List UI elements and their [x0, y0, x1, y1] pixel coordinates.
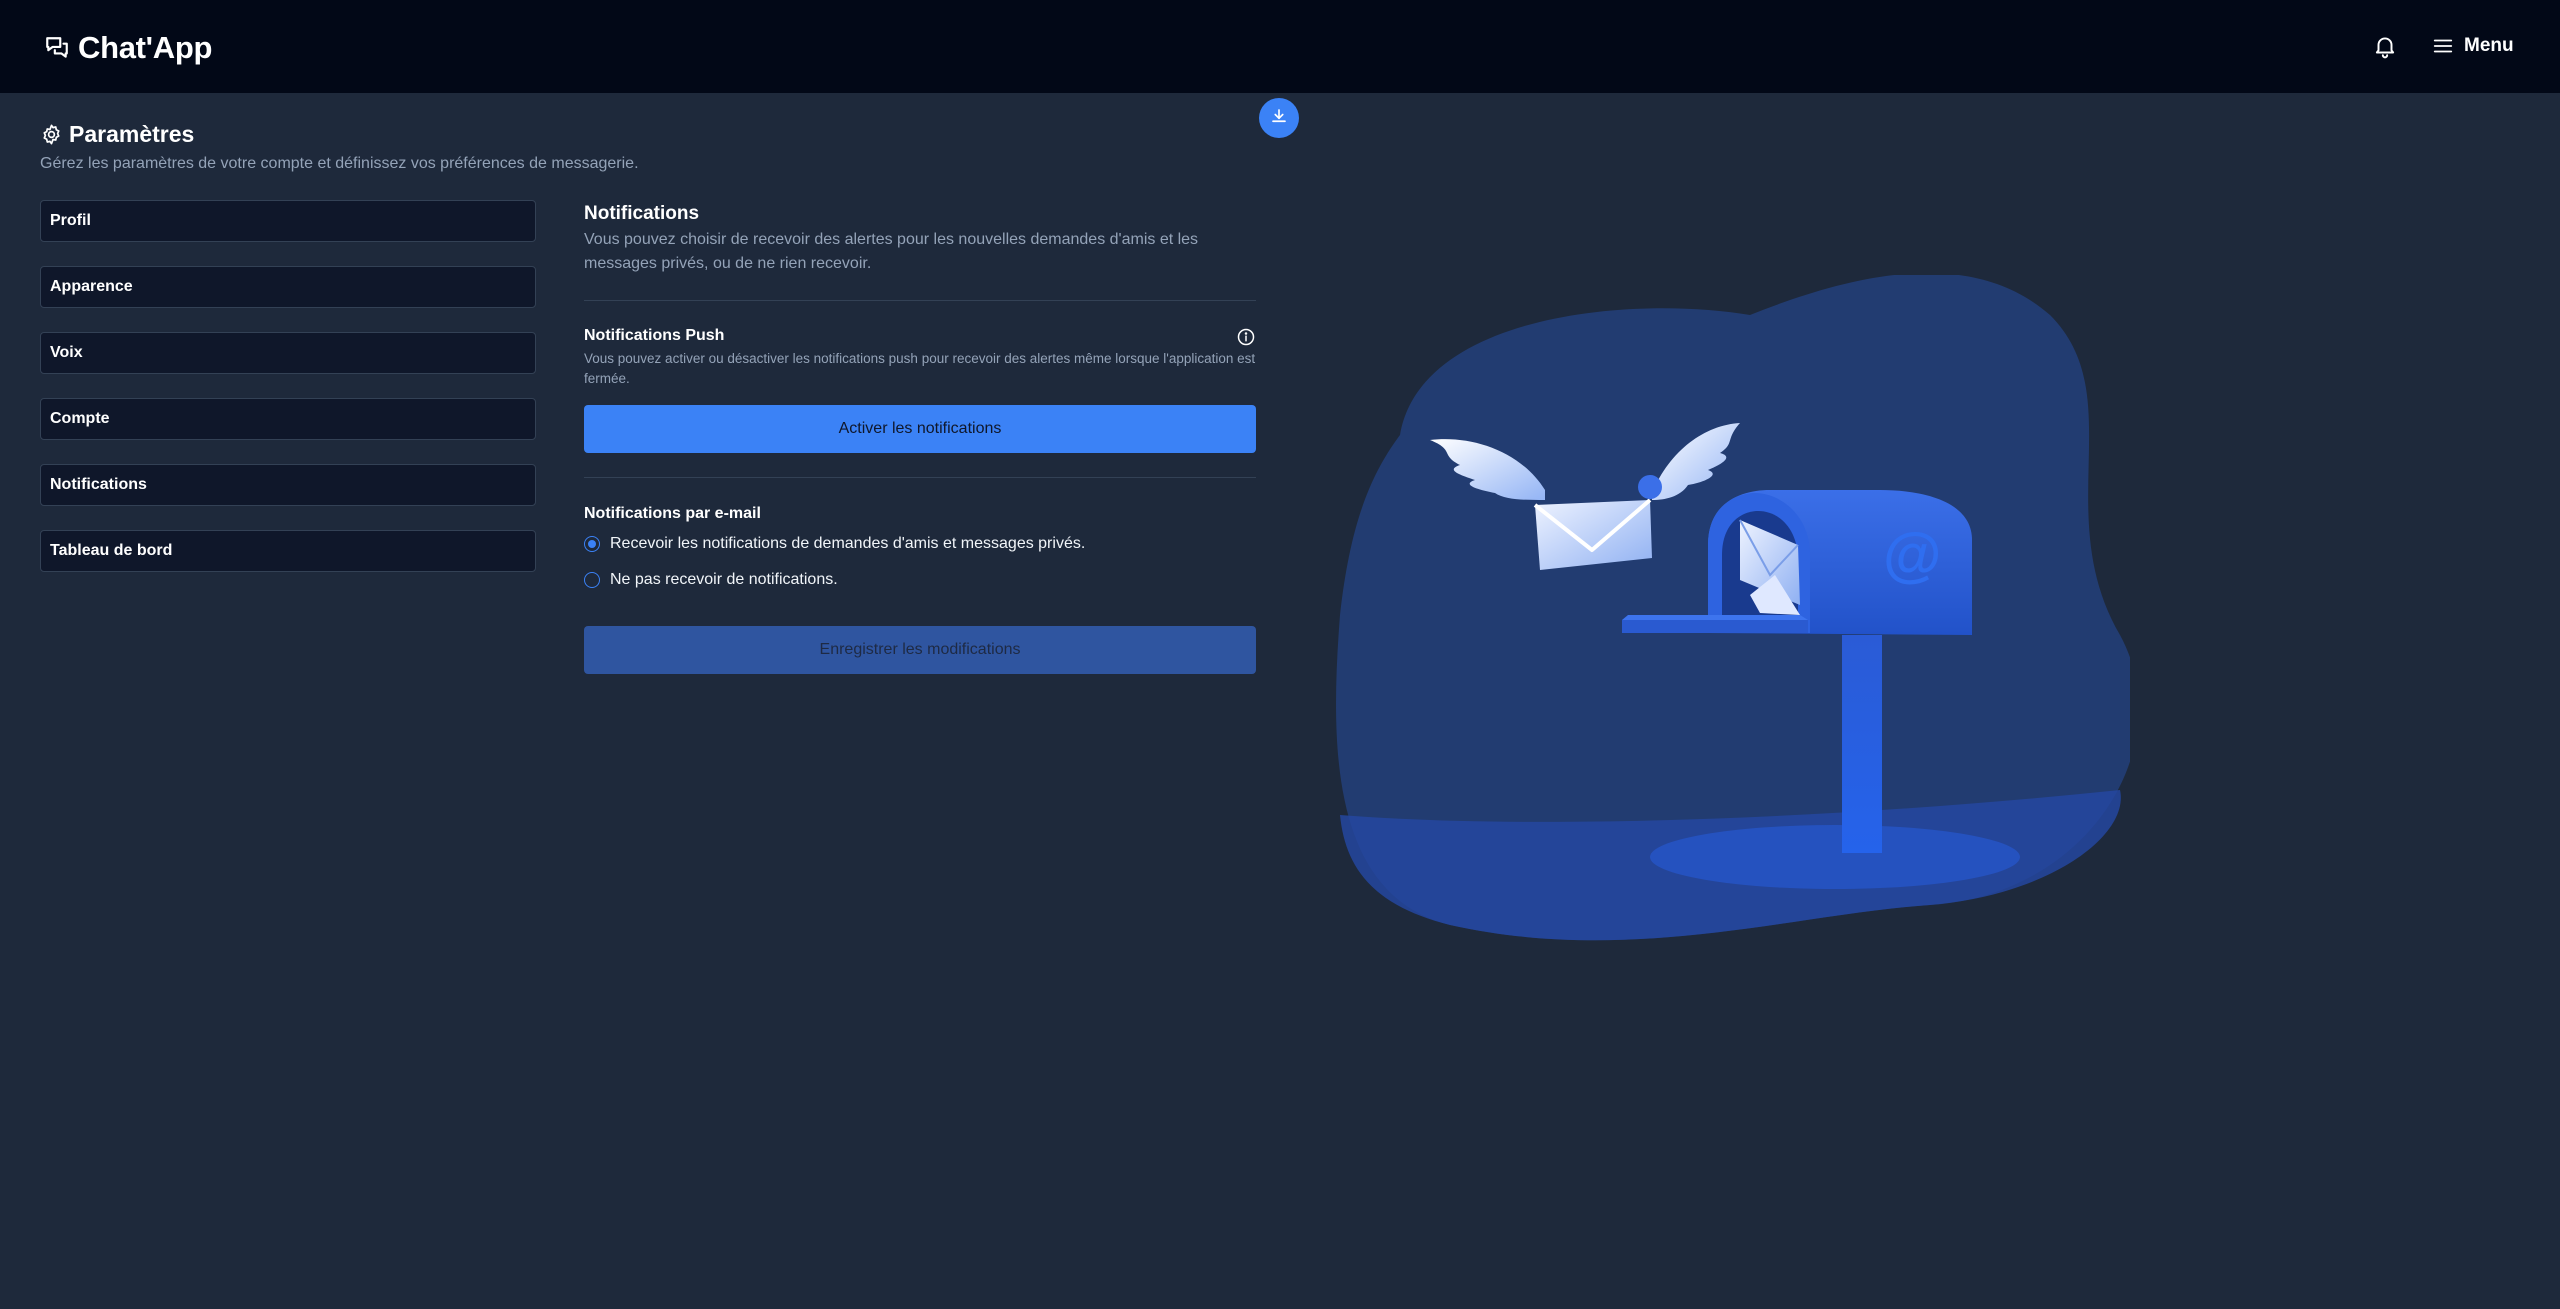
at-symbol: @ — [1883, 521, 1942, 588]
email-option-receive[interactable]: Recevoir les notifications de demandes d… — [584, 535, 1085, 553]
bell-icon[interactable] — [2372, 33, 2398, 59]
sidebar-item-voix[interactable]: Voix — [40, 332, 536, 374]
save-changes-button[interactable]: Enregistrer les modifications — [584, 626, 1256, 674]
divider — [584, 300, 1256, 301]
info-icon[interactable] — [1236, 327, 1256, 347]
push-notifications-description: Vous pouvez activer ou désactiver les no… — [584, 351, 1256, 386]
sidebar-item-notifications[interactable]: Notifications — [40, 464, 536, 506]
section-title: Notifications — [584, 203, 700, 224]
enable-notifications-button[interactable]: Activer les notifications — [584, 405, 1256, 453]
gear-icon — [40, 123, 63, 146]
chat-bubbles-icon — [44, 35, 70, 61]
email-notifications-title: Notifications par e-mail — [584, 505, 761, 522]
radio-button-checked[interactable] — [584, 536, 600, 552]
email-option-none[interactable]: Ne pas recevoir de notifications. — [584, 571, 838, 589]
sidebar-item-tableau-de-bord[interactable]: Tableau de bord — [40, 530, 536, 572]
radio-label: Ne pas recevoir de notifications. — [610, 571, 838, 588]
menu-label: Menu — [2464, 35, 2514, 56]
download-button[interactable] — [1259, 98, 1299, 138]
sidebar-item-profil[interactable]: Profil — [40, 200, 536, 242]
app-name: Chat'App — [78, 30, 213, 65]
page-subtitle: Gérez les paramètres de votre compte et … — [40, 155, 639, 172]
app-brand[interactable]: Chat'App — [44, 30, 212, 66]
push-notifications-title: Notifications Push — [584, 327, 725, 344]
divider — [584, 477, 1256, 478]
page-title-text: Paramètres — [69, 121, 195, 147]
radio-label: Recevoir les notifications de demandes d… — [610, 535, 1086, 552]
section-description: Vous pouvez choisir de recevoir des aler… — [584, 231, 1199, 272]
download-icon — [1270, 107, 1288, 130]
hamburger-icon — [2432, 35, 2454, 57]
menu-button[interactable]: Menu — [2432, 30, 2514, 62]
page-title: Paramètres — [40, 121, 194, 148]
sidebar-item-apparence[interactable]: Apparence — [40, 266, 536, 308]
mailbox-flying-envelope-illustration: @ — [1330, 275, 2130, 945]
radio-button[interactable] — [584, 572, 600, 588]
top-navigation-bar: Chat'App Menu — [0, 0, 2560, 94]
sidebar-item-compte[interactable]: Compte — [40, 398, 536, 440]
